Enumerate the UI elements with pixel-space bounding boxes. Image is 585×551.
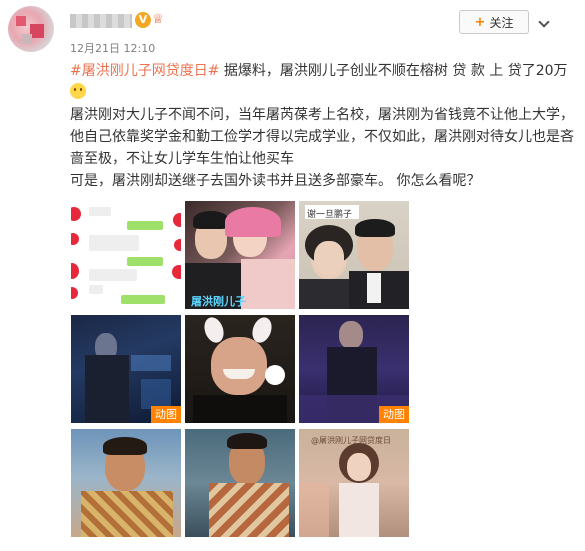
- image-thumb-couple[interactable]: 屠洪刚儿子: [185, 201, 295, 309]
- image-watermark: 屠洪刚儿子: [191, 295, 246, 308]
- image-thumb-chat[interactable]: [71, 201, 181, 309]
- member-level-icon: ♕: [152, 12, 164, 27]
- gif-badge: 动图: [151, 406, 181, 423]
- chevron-down-icon[interactable]: [538, 8, 550, 32]
- image-thumb-gif-stage[interactable]: 动图: [71, 315, 181, 423]
- paragraph-1: 屠洪刚对大儿子不闻不问，当年屠芮葆考上名校，屠洪刚为省钱竟不让他上大学，他自己依…: [70, 107, 574, 167]
- paragraph-2: 可是，屠洪刚却送继子去国外读书并且送多部豪车。 你怎么看呢？: [70, 173, 481, 189]
- plus-icon: +: [474, 14, 486, 30]
- headline-text: 据爆料，屠洪刚儿子创业不顺在榕树 贷 款 上 贷了20万: [219, 63, 568, 79]
- follow-button[interactable]: + 关注: [459, 10, 529, 34]
- post-timestamp[interactable]: 12月21日 12:10: [70, 40, 155, 56]
- hashtag-link[interactable]: #屠洪刚儿子网贷度日#: [70, 63, 219, 79]
- image-watermark: 谢一旦鹏子: [307, 210, 353, 220]
- gif-badge: 动图: [379, 406, 409, 423]
- image-thumb-vintage-girl[interactable]: @屠洪刚儿子网贷度日: [299, 429, 409, 537]
- image-thumb-portrait-shirt[interactable]: [185, 429, 295, 537]
- post-body: #屠洪刚儿子网贷度日# 据爆料，屠洪刚儿子创业不顺在榕树 贷 款 上 贷了20万…: [70, 60, 575, 192]
- image-thumb-gif-stage-2[interactable]: 动图: [299, 315, 409, 423]
- username-redacted[interactable]: [70, 14, 132, 28]
- avatar[interactable]: [8, 6, 54, 52]
- image-thumb-bunny-ears[interactable]: [185, 315, 295, 423]
- image-thumb-beach-smile[interactable]: [71, 429, 181, 537]
- follow-label: 关注: [489, 15, 514, 30]
- image-watermark: @屠洪刚儿子网贷度日: [311, 436, 391, 445]
- emoji-icon: [70, 83, 86, 99]
- image-thumb-old-couple[interactable]: 谢一旦鹏子: [299, 201, 409, 309]
- verified-v-icon: V: [135, 12, 151, 28]
